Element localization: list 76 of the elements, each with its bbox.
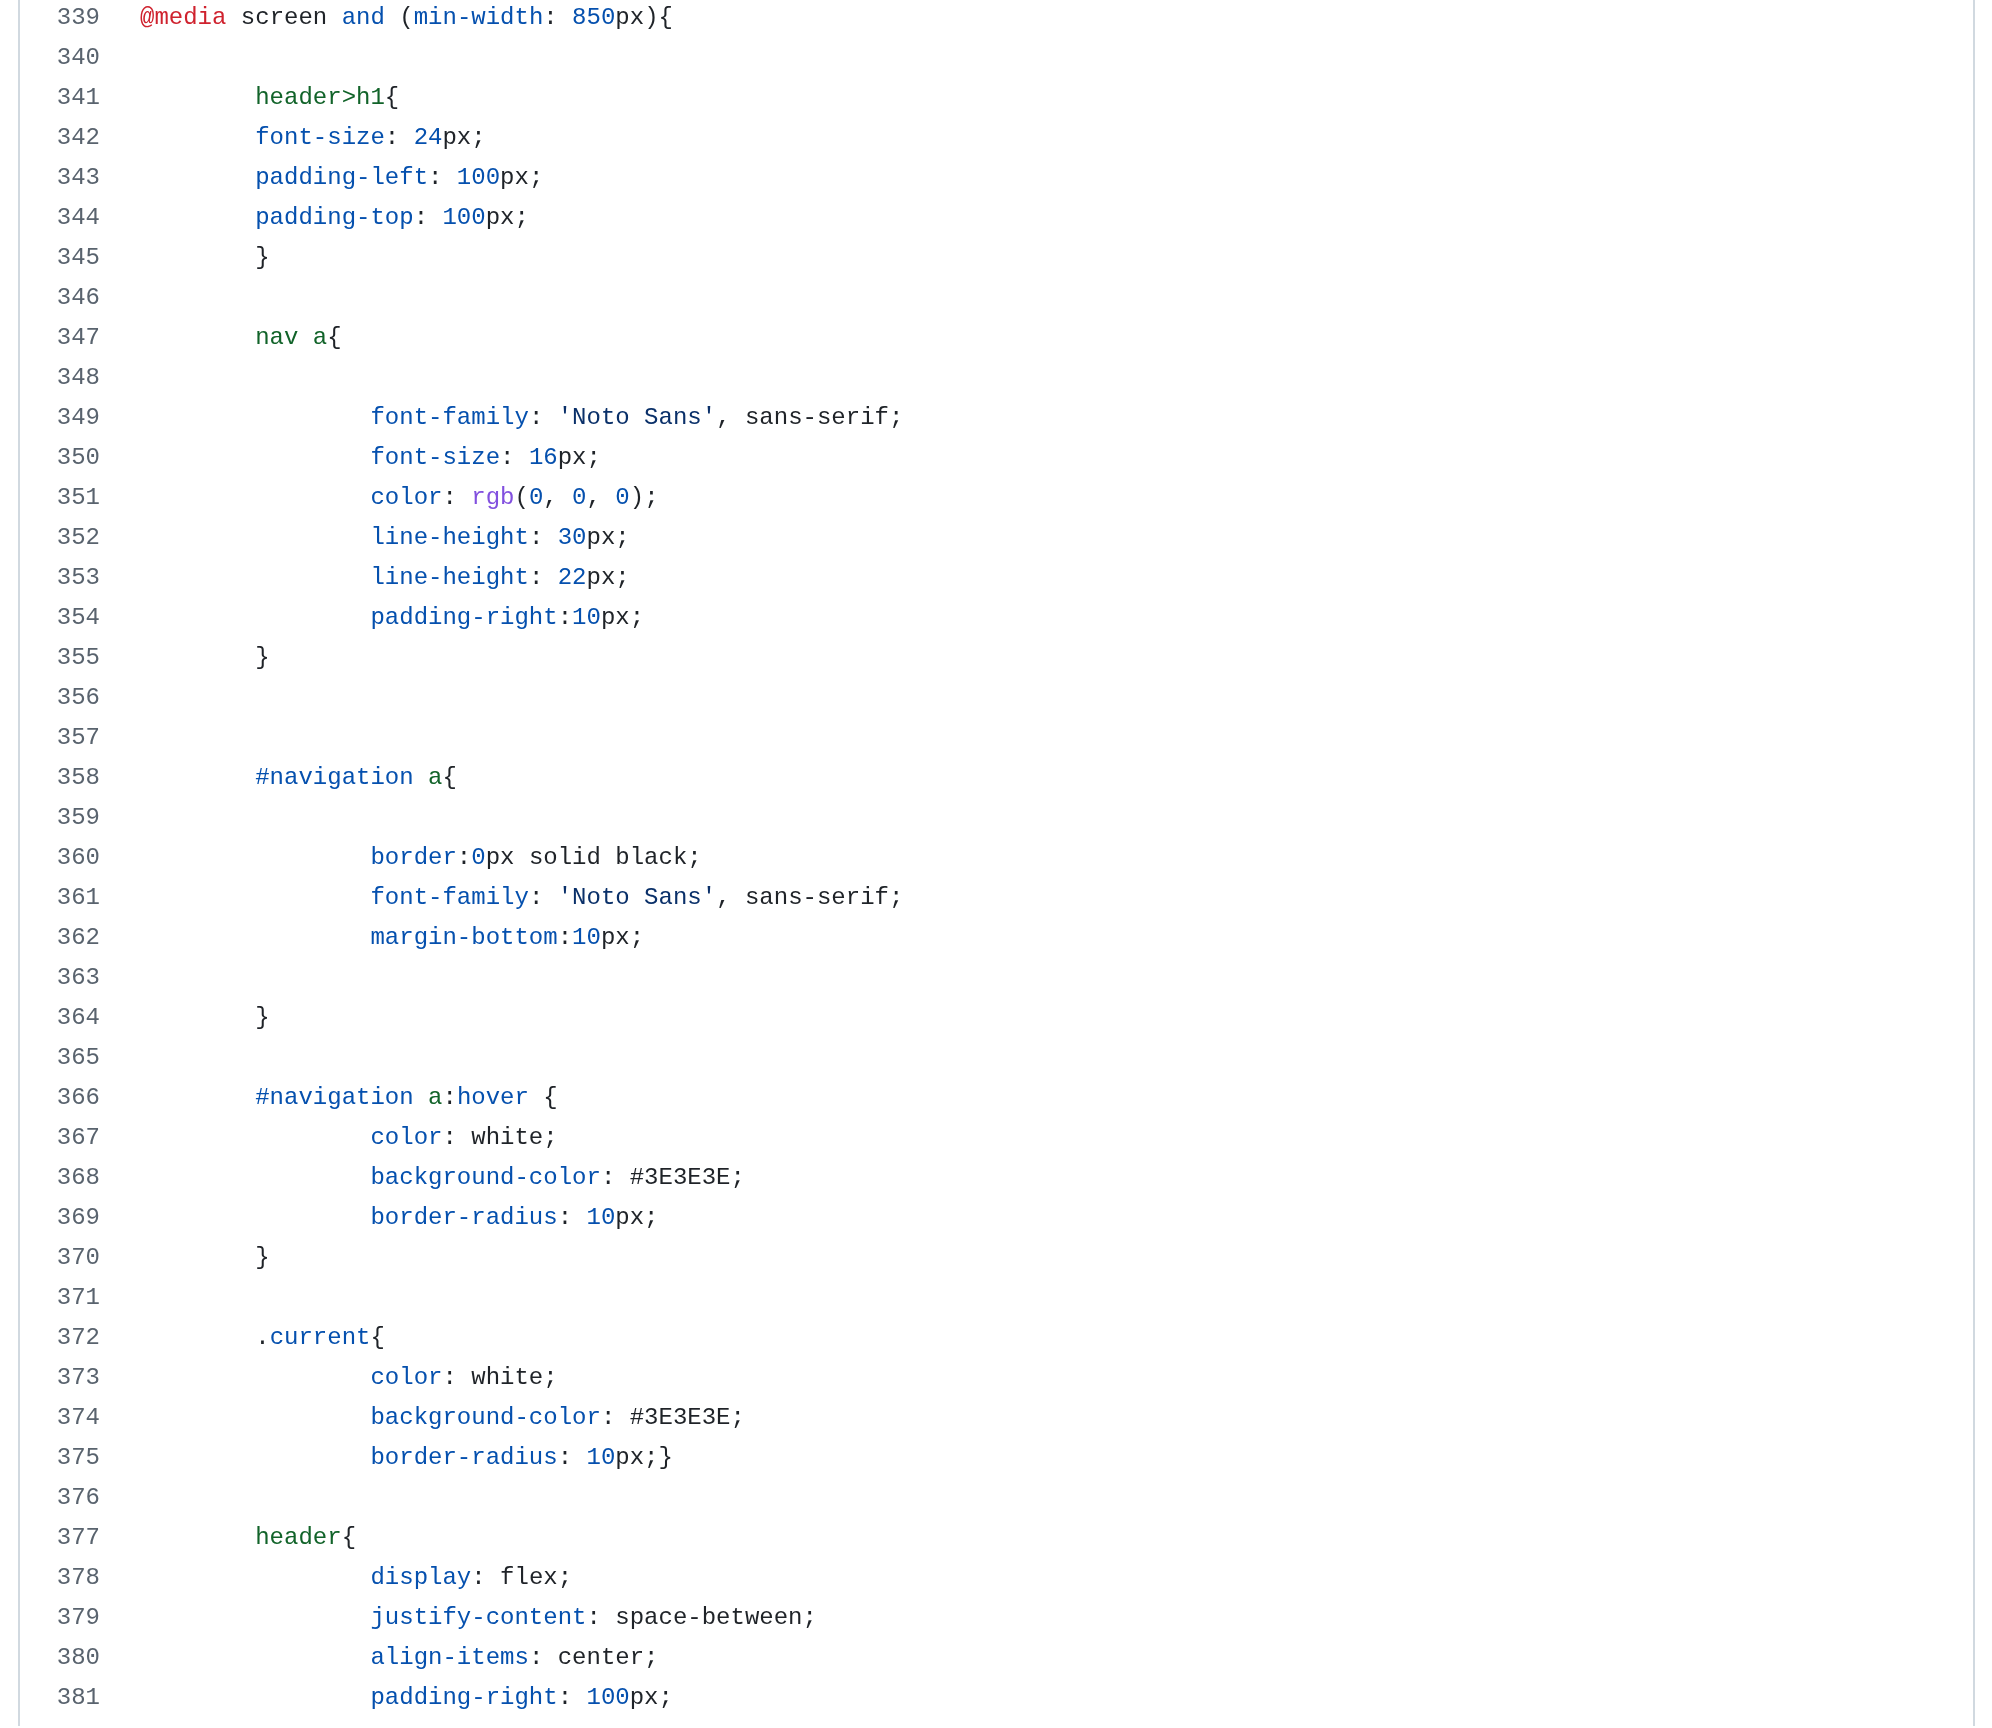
line-number: 354 (55, 603, 100, 633)
code-line: } (254, 243, 270, 273)
code-line: } (254, 643, 270, 673)
line-number: 359 (55, 803, 100, 833)
line-number: 367 (55, 1123, 100, 1153)
code-line: margin-bottom:10px; (369, 923, 645, 953)
line-number: 355 (55, 643, 100, 673)
line-number: 344 (55, 203, 100, 233)
code-line: @media screen and (min-width: 850px){ (140, 3, 673, 33)
line-number: 346 (55, 283, 100, 313)
line-number: 365 (55, 1043, 100, 1073)
code-line: color: white; (369, 1363, 558, 1393)
line-number: 377 (55, 1523, 100, 1553)
line-number: 361 (55, 883, 100, 913)
code-line: font-size: 16px; (369, 443, 601, 473)
line-number: 372 (55, 1323, 100, 1353)
code-line: background-color: #3E3E3E; (369, 1163, 745, 1193)
code-line: border-radius: 10px;} (369, 1443, 673, 1473)
line-number: 369 (55, 1203, 100, 1233)
code-line: background-color: #3E3E3E; (369, 1403, 745, 1433)
code-line: border-radius: 10px; (369, 1203, 659, 1233)
line-number: 342 (55, 123, 100, 153)
code-line: display: flex; (369, 1563, 573, 1593)
line-number: 345 (55, 243, 100, 273)
line-number: 348 (55, 363, 100, 393)
line-number: 357 (55, 723, 100, 753)
code-line: line-height: 30px; (369, 523, 630, 553)
line-number: 371 (55, 1283, 100, 1313)
code-line: padding-top: 100px; (254, 203, 529, 233)
code-line: #navigation a:hover { (254, 1083, 558, 1113)
line-number: 374 (55, 1403, 100, 1433)
code-line: font-family: 'Noto Sans', sans-serif; (369, 883, 904, 913)
line-number: 343 (55, 163, 100, 193)
code-line: } (254, 1243, 270, 1273)
line-number: 347 (55, 323, 100, 353)
code-line: font-size: 24px; (254, 123, 486, 153)
code-line: padding-left: 100px; (254, 163, 544, 193)
line-number: 353 (55, 563, 100, 593)
code-line: header{ (254, 1523, 357, 1553)
line-number: 376 (55, 1483, 100, 1513)
code-line: color: rgb(0, 0, 0); (369, 483, 659, 513)
code-line: justify-content: space-between; (369, 1603, 817, 1633)
line-number: 341 (55, 83, 100, 113)
line-number: 362 (55, 923, 100, 953)
line-number: 375 (55, 1443, 100, 1473)
line-number: 370 (55, 1243, 100, 1273)
code-line: padding-right:10px; (369, 603, 645, 633)
line-number: 379 (55, 1603, 100, 1633)
code-line: border:0px solid black; (369, 843, 702, 873)
code-line: align-items: center; (369, 1643, 659, 1673)
line-number: 368 (55, 1163, 100, 1193)
line-number: 378 (55, 1563, 100, 1593)
code-line: color: white; (369, 1123, 558, 1153)
code-line: #navigation a{ (254, 763, 457, 793)
line-number: 380 (55, 1643, 100, 1673)
line-number: 381 (55, 1683, 100, 1713)
line-number: 340 (55, 43, 100, 73)
line-number: 360 (55, 843, 100, 873)
line-number: 349 (55, 403, 100, 433)
line-number: 366 (55, 1083, 100, 1113)
line-number: 358 (55, 763, 100, 793)
line-number: 339 (55, 3, 100, 33)
code-line: font-family: 'Noto Sans', sans-serif; (369, 403, 904, 433)
line-number: 363 (55, 963, 100, 993)
code-line: nav a{ (254, 323, 342, 353)
line-number: 352 (55, 523, 100, 553)
line-number: 350 (55, 443, 100, 473)
code-line: .current{ (254, 1323, 385, 1353)
code-line: padding-right: 100px; (369, 1683, 673, 1713)
line-number: 356 (55, 683, 100, 713)
code-line: header>h1{ (254, 83, 400, 113)
code-line: } (254, 1003, 270, 1033)
line-number: 351 (55, 483, 100, 513)
line-number: 373 (55, 1363, 100, 1393)
line-number: 364 (55, 1003, 100, 1033)
code-line: line-height: 22px; (369, 563, 630, 593)
